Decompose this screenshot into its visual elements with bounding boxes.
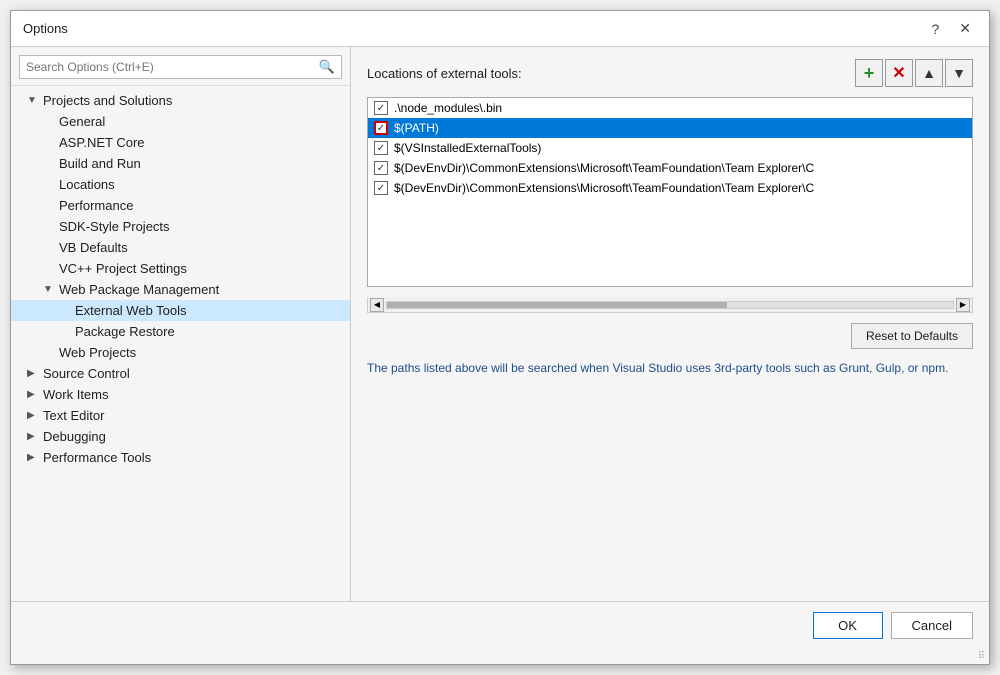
tree-item-projects-solutions[interactable]: ▼ Projects and Solutions — [11, 90, 350, 111]
title-bar-controls: ? ✕ — [925, 18, 977, 39]
main-content: 🔍 ▼ Projects and Solutions General ASP.NET … — [11, 47, 989, 601]
tree-view: ▼ Projects and Solutions General ASP.NET Co… — [11, 86, 350, 601]
list-item-text-path: $(PATH) — [394, 121, 439, 135]
tree-label-web-projects: Web Projects — [59, 345, 136, 360]
tree-label-performance-tools: Performance Tools — [43, 450, 151, 465]
list-item-text-devenvdir1: $(DevEnvDir)\CommonExtensions\Microsoft\… — [394, 161, 814, 175]
title-bar: Options ? ✕ — [11, 11, 989, 47]
left-panel: 🔍 ▼ Projects and Solutions General ASP.NET … — [11, 47, 351, 601]
right-panel: Locations of external tools: + ✕ ▲ ▼ .\n… — [351, 47, 989, 601]
tree-label-projects-solutions: Projects and Solutions — [43, 93, 172, 108]
tree-item-source-control[interactable]: ▶ Source Control — [11, 363, 350, 384]
tree-item-web-package[interactable]: ▼ Web Package Management — [11, 279, 350, 300]
search-input[interactable] — [26, 60, 319, 74]
reset-row: Reset to Defaults — [367, 323, 973, 349]
tree-item-aspnet-core[interactable]: ASP.NET Core — [11, 132, 350, 153]
search-input-wrap[interactable]: 🔍 — [19, 55, 342, 79]
resize-handle[interactable]: ⠿ — [11, 649, 989, 664]
list-item-devenvdir2[interactable]: $(DevEnvDir)\CommonExtensions\Microsoft\… — [368, 178, 972, 198]
tree-label-vb-defaults: VB Defaults — [59, 240, 128, 255]
tree-label-source-control: Source Control — [43, 366, 130, 381]
tree-item-vcpp-settings[interactable]: VC++ Project Settings — [11, 258, 350, 279]
list-item-text-vs-installed: $(VSInstalledExternalTools) — [394, 141, 541, 155]
dialog-title: Options — [23, 21, 68, 36]
list-item-vs-installed[interactable]: $(VSInstalledExternalTools) — [368, 138, 972, 158]
description-text: The paths listed above will be searched … — [367, 359, 973, 589]
help-button[interactable]: ? — [925, 19, 945, 39]
tree-label-web-package: Web Package Management — [59, 282, 219, 297]
tree-item-work-items[interactable]: ▶ Work Items — [11, 384, 350, 405]
tree-item-locations[interactable]: Locations — [11, 174, 350, 195]
tree-label-text-editor: Text Editor — [43, 408, 104, 423]
move-up-button[interactable]: ▲ — [915, 59, 943, 87]
tree-item-general[interactable]: General — [11, 111, 350, 132]
tree-label-general: General — [59, 114, 105, 129]
bottom-bar: OK Cancel — [11, 601, 989, 649]
close-button[interactable]: ✕ — [953, 18, 977, 39]
section-label: Locations of external tools: — [367, 66, 522, 81]
scroll-thumb — [387, 302, 727, 308]
tree-item-debugging[interactable]: ▶ Debugging — [11, 426, 350, 447]
tree-item-performance[interactable]: Performance — [11, 195, 350, 216]
list-item-node-modules[interactable]: .\node_modules\.bin — [368, 98, 972, 118]
tree-item-build-run[interactable]: Build and Run — [11, 153, 350, 174]
checkbox-devenvdir1[interactable] — [374, 161, 388, 175]
reset-button[interactable]: Reset to Defaults — [851, 323, 973, 349]
checkbox-devenvdir2[interactable] — [374, 181, 388, 195]
expand-icon-debugging: ▶ — [27, 431, 39, 442]
checkbox-vs-installed[interactable] — [374, 141, 388, 155]
list-item-devenvdir1[interactable]: $(DevEnvDir)\CommonExtensions\Microsoft\… — [368, 158, 972, 178]
tree-label-locations: Locations — [59, 177, 115, 192]
tree-label-work-items: Work Items — [43, 387, 109, 402]
icon-btn-group: + ✕ ▲ ▼ — [855, 59, 973, 87]
list-item-path[interactable]: ✓ $(PATH) — [368, 118, 972, 138]
search-icon: 🔍 — [319, 59, 335, 75]
tree-item-web-projects[interactable]: Web Projects — [11, 342, 350, 363]
tree-item-package-restore[interactable]: Package Restore — [11, 321, 350, 342]
checkbox-node-modules[interactable] — [374, 101, 388, 115]
tools-list[interactable]: .\node_modules\.bin ✓ $(PATH) $(VSInstalled… — [367, 97, 973, 287]
scroll-track[interactable] — [386, 301, 954, 309]
expand-icon-projects-solutions: ▼ — [27, 95, 39, 106]
expand-icon-work-items: ▶ — [27, 389, 39, 400]
expand-icon-web-package: ▼ — [43, 284, 55, 295]
tree-label-debugging: Debugging — [43, 429, 106, 444]
tree-item-external-web-tools[interactable]: External Web Tools — [11, 300, 350, 321]
scrollbar-row: ◀ ▶ — [367, 297, 973, 313]
tree-item-text-editor[interactable]: ▶ Text Editor — [11, 405, 350, 426]
options-dialog: Options ? ✕ 🔍 ▼ Projects and Solutions Gen… — [10, 10, 990, 665]
search-box: 🔍 — [11, 47, 350, 86]
tree-label-sdk-style: SDK-Style Projects — [59, 219, 170, 234]
tree-item-sdk-style[interactable]: SDK-Style Projects — [11, 216, 350, 237]
tree-label-package-restore: Package Restore — [75, 324, 175, 339]
tree-label-aspnet-core: ASP.NET Core — [59, 135, 145, 150]
list-item-text-devenvdir2: $(DevEnvDir)\CommonExtensions\Microsoft\… — [394, 181, 814, 195]
tree-item-vb-defaults[interactable]: VB Defaults — [11, 237, 350, 258]
tree-label-vcpp-settings: VC++ Project Settings — [59, 261, 187, 276]
move-down-button[interactable]: ▼ — [945, 59, 973, 87]
tree-label-performance: Performance — [59, 198, 133, 213]
scroll-right-arrow[interactable]: ▶ — [956, 298, 970, 312]
list-item-text-node-modules: .\node_modules\.bin — [394, 101, 502, 115]
add-button[interactable]: + — [855, 59, 883, 87]
expand-icon-source-control: ▶ — [27, 368, 39, 379]
tree-label-build-run: Build and Run — [59, 156, 141, 171]
ok-button[interactable]: OK — [813, 612, 883, 639]
cancel-button[interactable]: Cancel — [891, 612, 973, 639]
tree-label-external-web-tools: External Web Tools — [75, 303, 187, 318]
remove-button[interactable]: ✕ — [885, 59, 913, 87]
scroll-left-arrow[interactable]: ◀ — [370, 298, 384, 312]
toolbar-row: Locations of external tools: + ✕ ▲ ▼ — [367, 59, 973, 87]
checkbox-path[interactable]: ✓ — [374, 121, 388, 135]
expand-icon-performance-tools: ▶ — [27, 452, 39, 463]
expand-icon-text-editor: ▶ — [27, 410, 39, 421]
tree-item-performance-tools[interactable]: ▶ Performance Tools — [11, 447, 350, 468]
